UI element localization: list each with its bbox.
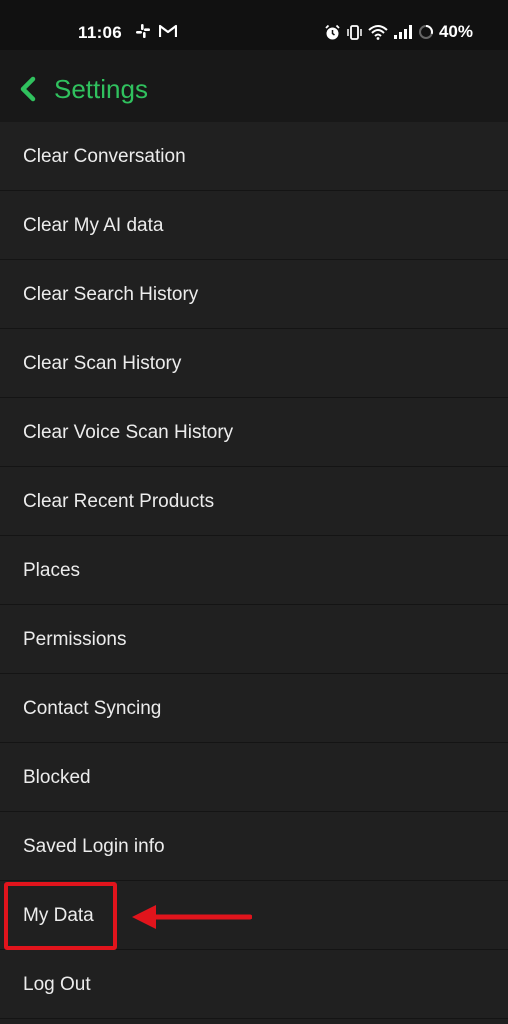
chevron-left-icon [20, 76, 36, 102]
settings-item-clear-recent-products[interactable]: Clear Recent Products [0, 467, 508, 536]
settings-item-label: Clear Conversation [23, 146, 186, 167]
settings-item-label: Clear Voice Scan History [23, 422, 234, 443]
battery-icon [418, 25, 433, 39]
settings-item-label: Blocked [23, 767, 91, 788]
settings-item-blocked[interactable]: Blocked [0, 743, 508, 812]
settings-item-clear-scan-history[interactable]: Clear Scan History [0, 329, 508, 398]
status-bar: 11:06 40% [0, 0, 508, 50]
settings-item-saved-login-info[interactable]: Saved Login info [0, 812, 508, 881]
settings-item-contact-syncing[interactable]: Contact Syncing [0, 674, 508, 743]
system-icons: 40% [324, 22, 473, 42]
settings-item-places[interactable]: Places [0, 536, 508, 605]
settings-item-clear-conversation[interactable]: Clear Conversation [0, 122, 508, 191]
settings-item-label: Log Out [23, 974, 91, 995]
settings-header: Settings [0, 50, 508, 129]
signal-icon [393, 25, 412, 39]
settings-item-label: Saved Login info [23, 836, 165, 857]
settings-item-label: Permissions [23, 629, 127, 650]
settings-item-label: My Data [23, 905, 94, 926]
status-time: 11:06 [78, 23, 123, 42]
settings-list: Clear Conversation Clear My AI data Clea… [0, 122, 508, 1019]
settings-item-clear-my-ai-data[interactable]: Clear My AI data [0, 191, 508, 260]
settings-item-clear-search-history[interactable]: Clear Search History [0, 260, 508, 329]
settings-item-log-out[interactable]: Log Out [0, 950, 508, 1019]
settings-item-clear-voice-scan-history[interactable]: Clear Voice Scan History [0, 398, 508, 467]
wifi-icon [368, 25, 388, 40]
battery-percentage: 40% [438, 22, 473, 41]
page-title: Settings [54, 74, 148, 104]
settings-item-my-data[interactable]: My Data [0, 881, 508, 950]
settings-item-label: Clear Scan History [23, 353, 182, 374]
settings-item-label: Places [23, 560, 81, 581]
settings-item-label: Contact Syncing [23, 698, 162, 719]
settings-item-permissions[interactable]: Permissions [0, 605, 508, 674]
settings-item-label: Clear Search History [23, 284, 199, 305]
slack-icon [136, 24, 150, 38]
settings-item-label: Clear My AI data [23, 215, 164, 236]
back-button[interactable] [14, 75, 42, 103]
vibrate-icon [347, 24, 362, 40]
notification-icons [135, 23, 177, 39]
settings-item-label: Clear Recent Products [23, 491, 215, 512]
gmail-icon [159, 24, 177, 37]
alarm-icon [325, 24, 340, 39]
